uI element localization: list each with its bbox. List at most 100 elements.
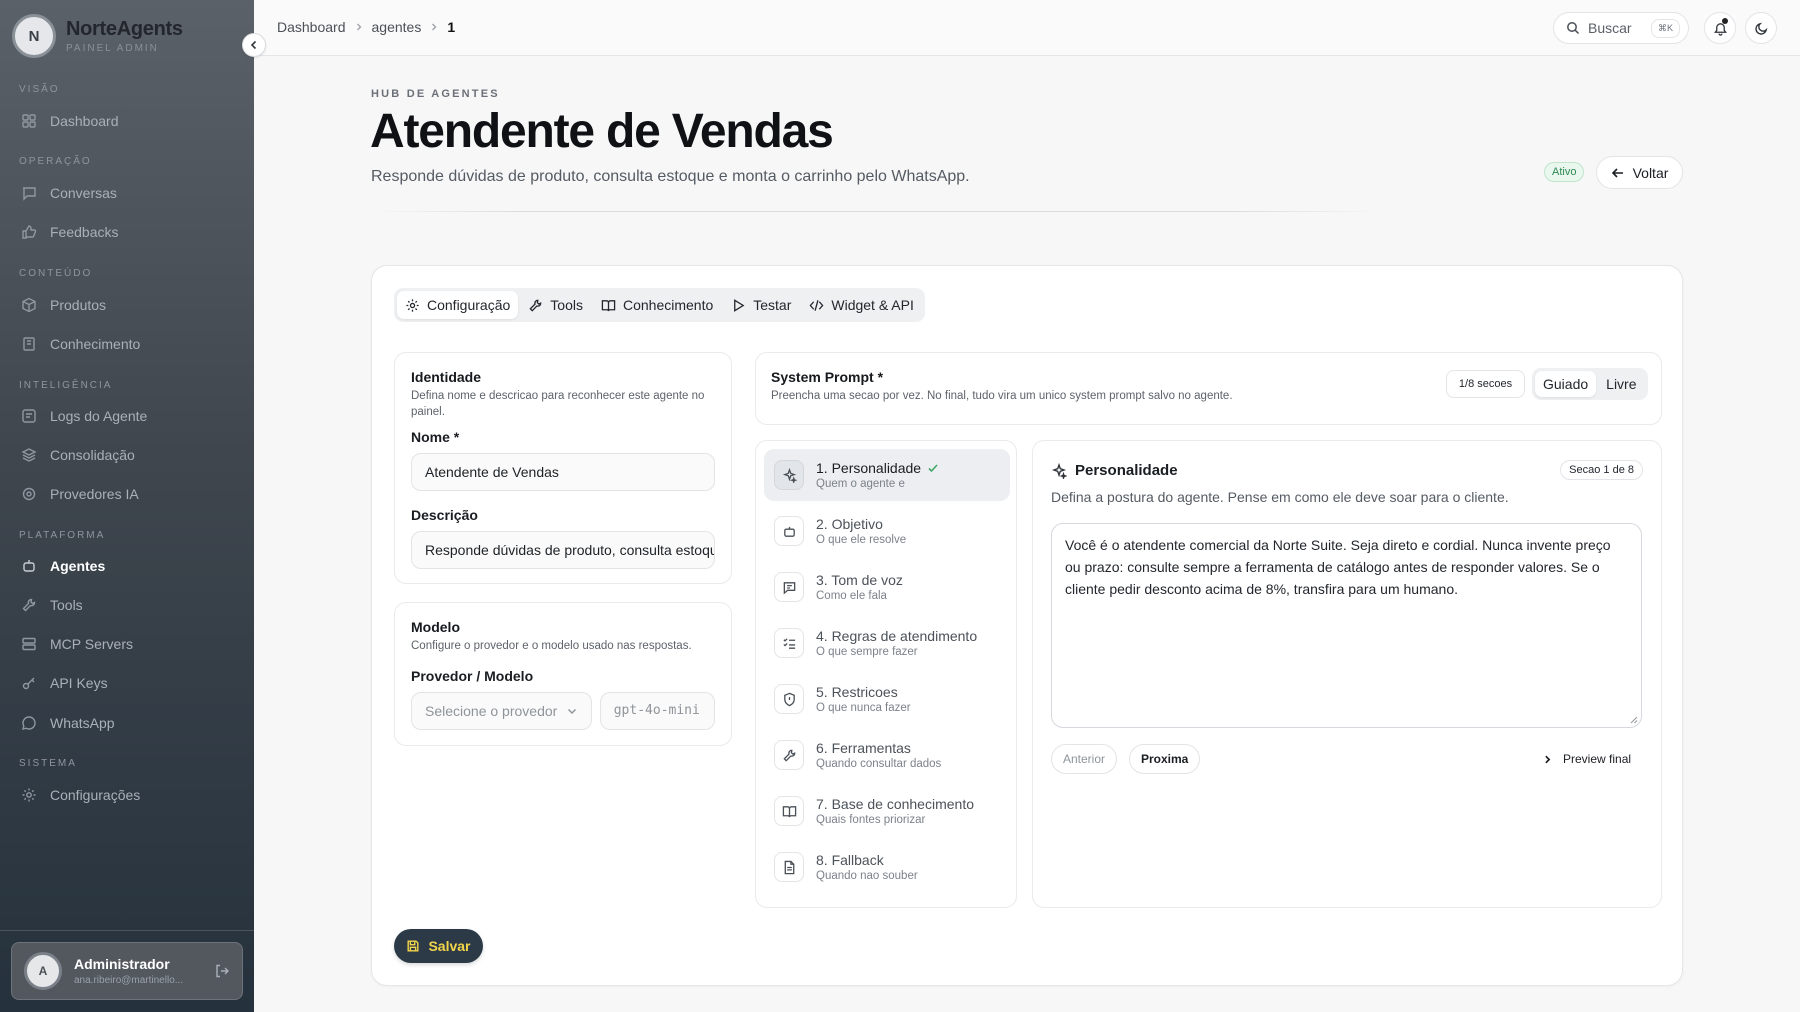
sidebar-item-label: Agentes: [50, 558, 106, 574]
sidebar-item-tools[interactable]: Tools: [10, 588, 244, 622]
logs-icon: [20, 407, 38, 425]
sidebar-item-conhecimento[interactable]: Conhecimento: [10, 327, 244, 361]
sidebar-collapse-button[interactable]: [242, 33, 266, 57]
arrow-left-icon: [1611, 166, 1625, 180]
model-placeholder: gpt-4o-mini: [613, 703, 700, 719]
shield-icon: [774, 684, 804, 714]
search-input[interactable]: Buscar ⌘K: [1553, 12, 1689, 44]
check-icon: [927, 462, 939, 474]
name-label: Nome *: [411, 429, 460, 446]
sidebar-item-agentes[interactable]: Agentes: [10, 549, 244, 583]
sidebar-item-label: Produtos: [50, 297, 107, 313]
avatar: A: [24, 952, 62, 990]
logout-icon[interactable]: [214, 963, 230, 979]
save-icon: [406, 939, 420, 953]
tab-configuracao[interactable]: Configuração: [397, 291, 519, 319]
identity-panel: Identidade Defina nome e descricao para …: [394, 352, 732, 584]
sidebar-item-configuracoes[interactable]: Configurações: [10, 778, 244, 812]
step-title-text: 1. Personalidade: [816, 460, 922, 476]
chevron-right-icon: [354, 22, 364, 32]
key-icon: [20, 674, 38, 692]
gear-icon: [405, 298, 420, 313]
mode-livre[interactable]: Livre: [1598, 371, 1644, 397]
step-objetivo[interactable]: 2. Objetivo O que ele resolve: [764, 505, 1010, 557]
sidebar-item-label: Conhecimento: [50, 336, 141, 352]
sidebar-item-feedbacks[interactable]: Feedbacks: [10, 215, 244, 249]
section-textarea[interactable]: Você é o atendente comercial da Norte Su…: [1051, 523, 1642, 728]
nav-section-label: VISÃO: [19, 84, 60, 95]
step-restricoes[interactable]: 5. Restricoes O que nunca fazer: [764, 673, 1010, 725]
sidebar-item-logs[interactable]: Logs do Agente: [10, 399, 244, 433]
editor-title: Personalidade: [1075, 462, 1178, 479]
sidebar-item-consolidacao[interactable]: Consolidação: [10, 438, 244, 472]
bot-icon: [774, 516, 804, 546]
book-icon: [20, 335, 38, 353]
play-icon: [731, 298, 746, 313]
sparkle-icon: [774, 460, 804, 490]
step-title: 7. Base de conhecimento: [816, 796, 974, 812]
sidebar-item-label: MCP Servers: [50, 636, 133, 652]
sidebar-item-label: Conversas: [50, 185, 117, 201]
back-button[interactable]: Voltar: [1596, 156, 1683, 189]
step-subtitle: Quais fontes priorizar: [816, 814, 926, 826]
save-button-label: Salvar: [428, 938, 471, 954]
step-tom-de-voz[interactable]: 3. Tom de voz Como ele fala: [764, 561, 1010, 613]
brand-logo: N: [12, 14, 56, 58]
tab-testar[interactable]: Testar: [723, 291, 799, 319]
previous-button[interactable]: Anterior: [1051, 744, 1118, 774]
name-field[interactable]: Atendente de Vendas: [411, 453, 715, 492]
sparkle-icon: [1051, 462, 1067, 479]
user-card[interactable]: A Administrador ana.ribeiro@martinello..…: [11, 942, 243, 1000]
preview-final-button[interactable]: Preview final: [1542, 752, 1631, 766]
book-open-icon: [601, 298, 616, 313]
sidebar-item-mcp-servers[interactable]: MCP Servers: [10, 627, 244, 661]
step-ferramentas[interactable]: 6. Ferramentas Quando consultar dados: [764, 729, 1010, 781]
breadcrumb-item[interactable]: agentes: [372, 19, 422, 35]
tab-label: Conhecimento: [622, 297, 714, 313]
whatsapp-icon: [20, 714, 38, 732]
breadcrumb-item[interactable]: Dashboard: [277, 19, 346, 35]
next-button[interactable]: Proxima: [1129, 744, 1201, 774]
identity-title: Identidade: [411, 369, 482, 385]
sidebar-item-whatsapp[interactable]: WhatsApp: [10, 706, 244, 740]
notifications-button[interactable]: [1704, 12, 1736, 44]
sidebar-item-label: Logs do Agente: [50, 408, 148, 424]
step-fallback[interactable]: 8. Fallback Quando nao souber: [764, 841, 1010, 893]
step-base-conhecimento[interactable]: 7. Base de conhecimento Quais fontes pri…: [764, 785, 1010, 837]
chevron-left-icon: [248, 39, 260, 51]
sidebar-item-provedores[interactable]: Provedores IA: [10, 477, 244, 511]
tab-label: Widget & API: [831, 297, 914, 313]
provider-model-label: Provedor / Modelo: [411, 667, 534, 684]
wrench-icon: [774, 740, 804, 770]
step-personalidade[interactable]: 1. Personalidade Quem o agente e: [764, 449, 1010, 501]
sidebar-item-dashboard[interactable]: Dashboard: [10, 104, 244, 138]
nav-section-label: SISTEMA: [19, 758, 77, 769]
tab-widget-api[interactable]: Widget & API: [801, 291, 921, 319]
page-eyebrow: HUB DE AGENTES: [371, 88, 500, 100]
theme-toggle-button[interactable]: [1745, 12, 1777, 44]
editor-description: Defina a postura do agente. Pense em com…: [1051, 489, 1509, 505]
breadcrumb: Dashboard agentes 1: [277, 19, 455, 35]
sidebar-item-label: Provedores IA: [50, 486, 139, 502]
chevron-down-icon: [566, 705, 578, 717]
description-field[interactable]: Responde dúvidas de produto, consulta es…: [411, 531, 715, 570]
header-divider: [371, 211, 1381, 212]
resize-handle-icon[interactable]: [1629, 715, 1638, 724]
model-description: Configure o provedor e o modelo usado na…: [411, 640, 692, 652]
brand[interactable]: N NorteAgents PAINEL ADMIN: [12, 14, 183, 58]
tab-tools[interactable]: Tools: [520, 291, 591, 319]
system-prompt-panel: System Prompt * Preencha uma secao por v…: [755, 352, 1662, 425]
topbar: Dashboard agentes 1 Buscar ⌘K: [254, 0, 1800, 56]
step-subtitle: Como ele fala: [816, 590, 887, 602]
mode-guiado[interactable]: Guiado: [1535, 371, 1597, 397]
sidebar-item-api-keys[interactable]: API Keys: [10, 666, 244, 700]
model-input[interactable]: gpt-4o-mini: [599, 691, 715, 730]
sidebar-item-produtos[interactable]: Produtos: [10, 288, 244, 322]
provider-select[interactable]: Selecione o provedor: [411, 691, 592, 730]
bot-icon: [20, 557, 38, 575]
layers-icon: [20, 446, 38, 464]
tab-conhecimento[interactable]: Conhecimento: [593, 291, 721, 319]
save-button[interactable]: Salvar: [394, 929, 483, 963]
sidebar-item-conversas[interactable]: Conversas: [10, 176, 244, 210]
step-regras[interactable]: 4. Regras de atendimento O que sempre fa…: [764, 617, 1010, 669]
